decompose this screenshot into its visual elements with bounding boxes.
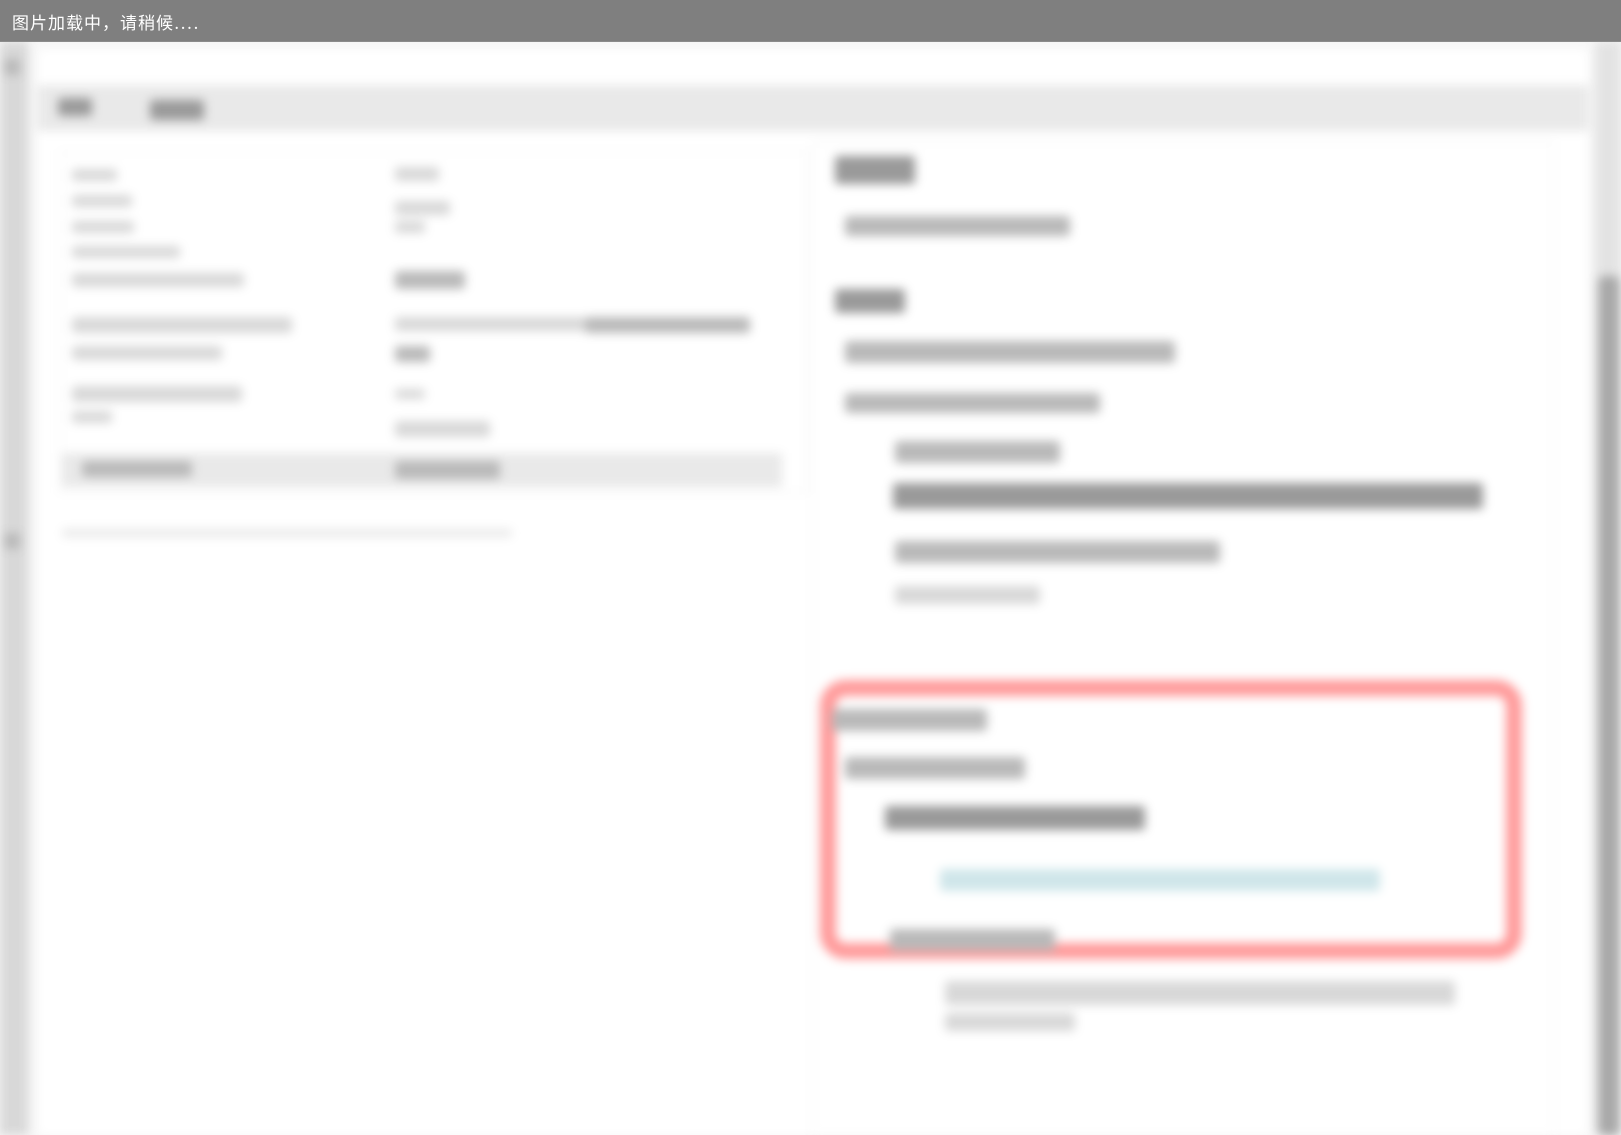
list-footer-line [62, 529, 512, 537]
list-row-value [585, 317, 750, 333]
list-row-label [72, 221, 134, 233]
list-row-label [72, 317, 292, 333]
loading-banner: 图片加载中，请稍候.... [0, 0, 1621, 42]
list-row-value [395, 221, 425, 233]
edge-icon [4, 533, 20, 549]
detail-path-bar [893, 483, 1483, 509]
detail-line [895, 541, 1220, 563]
edge-icon [4, 59, 20, 75]
scrollbar-thumb[interactable] [1598, 276, 1620, 1135]
list-row-label [72, 246, 180, 258]
detail-subtitle [845, 216, 1070, 236]
detail-line [945, 981, 1455, 1005]
list-row-label [72, 411, 112, 423]
list-row-label [72, 273, 244, 287]
blurred-window-content [0, 41, 1621, 1135]
detail-line [895, 586, 1040, 604]
highlight-detail-line [885, 806, 1145, 830]
loading-message: 图片加载中，请稍候.... [12, 14, 200, 34]
list-row-value [395, 271, 465, 289]
list-row-label [72, 169, 117, 181]
list-row-value [395, 167, 439, 181]
detail-line [945, 1013, 1075, 1031]
list-row-label [72, 195, 132, 207]
tab-1[interactable] [58, 98, 92, 116]
highlight-heading [832, 709, 987, 731]
detail-line [845, 393, 1100, 413]
tab-2[interactable] [150, 100, 204, 120]
list-row-value [395, 317, 585, 331]
tab-strip [38, 85, 1588, 131]
screenshot-viewer: 图片加载中，请稍候.... [0, 0, 1621, 1135]
highlight-checkbox-row[interactable] [845, 757, 1025, 779]
left-edge-strip [0, 41, 28, 1135]
selected-row-label [82, 461, 192, 477]
list-row-value [395, 389, 425, 399]
list-row-label [72, 346, 222, 360]
selected-row-value [395, 461, 500, 479]
list-row-label [72, 386, 242, 402]
detail-heading [835, 156, 915, 184]
highlight-link-row[interactable] [940, 869, 1380, 891]
detail-line [845, 341, 1175, 363]
section-heading [835, 289, 905, 313]
list-row-value [395, 201, 450, 215]
list-row-value [395, 346, 430, 362]
detail-line [890, 929, 1055, 951]
detail-line [895, 441, 1060, 463]
list-row-value [395, 421, 490, 437]
